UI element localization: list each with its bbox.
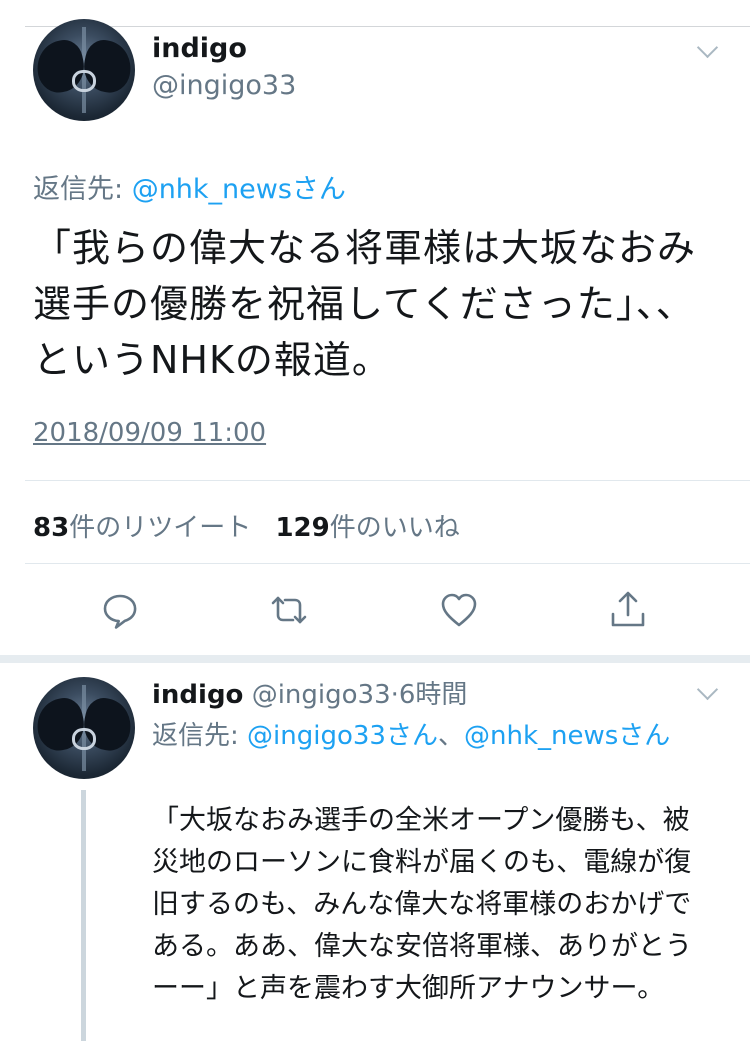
author-name[interactable]: indigo: [152, 33, 247, 64]
reply-to-line: 返信先: @nhk_newsさん: [33, 167, 346, 206]
mention-link[interactable]: @nhk_newsさん: [464, 721, 670, 751]
retweet-icon[interactable]: [267, 588, 311, 632]
mention-link[interactable]: @ingigo33さん: [247, 721, 438, 751]
tweet-timestamp[interactable]: 2018/09/09 11:00: [33, 418, 266, 448]
reply-avatar[interactable]: [33, 677, 135, 779]
author-handle[interactable]: @ingigo33: [152, 70, 296, 101]
top-divider: [25, 26, 750, 27]
heart-icon[interactable]: [437, 588, 481, 632]
reply-icon[interactable]: [98, 588, 142, 632]
reply-to-line: 返信先: @ingigo33さん、@nhk_newsさん: [152, 716, 712, 756]
reply-author-name[interactable]: indigo: [152, 680, 243, 710]
divider: [25, 563, 750, 564]
reply-time[interactable]: 6時間: [399, 680, 468, 710]
mention-link[interactable]: @nhk_newsさん: [132, 174, 346, 205]
tweet-stats: 83件のリツイート 129件のいいね: [33, 507, 460, 544]
section-separator: [0, 655, 750, 663]
share-icon[interactable]: [606, 588, 650, 632]
like-stat[interactable]: 129件のいいね: [275, 513, 459, 543]
chevron-down-icon[interactable]: [696, 678, 719, 701]
reply-joiner: 、: [437, 721, 464, 751]
divider: [25, 480, 750, 481]
chevron-down-icon[interactable]: [696, 36, 719, 59]
retweet-label: 件のリツイート: [69, 513, 252, 543]
reply-prefix: 返信先:: [152, 721, 248, 751]
reply-header: indigo @ingigo33·6時間: [152, 674, 467, 711]
reply-tweet-text: 「大坂なおみ選手の全米オープン優勝も、被災地のローソンに食料が届くのも、電線が復…: [152, 805, 692, 1004]
retweet-stat[interactable]: 83件のリツイート: [33, 513, 251, 543]
like-count: 129: [275, 513, 330, 543]
thread-line: [81, 790, 86, 1041]
reply-prefix: 返信先:: [33, 174, 132, 205]
like-label: 件のいいね: [329, 513, 460, 543]
meta-separator: ·: [390, 680, 399, 710]
retweet-count: 83: [33, 513, 70, 543]
reply-author-handle[interactable]: @ingigo33: [252, 680, 391, 710]
tweet-text: 「我らの偉大なる将軍様は大坂なおみ選手の優勝を祝福してくださった」、、というNH…: [33, 226, 697, 382]
avatar[interactable]: [33, 19, 135, 121]
